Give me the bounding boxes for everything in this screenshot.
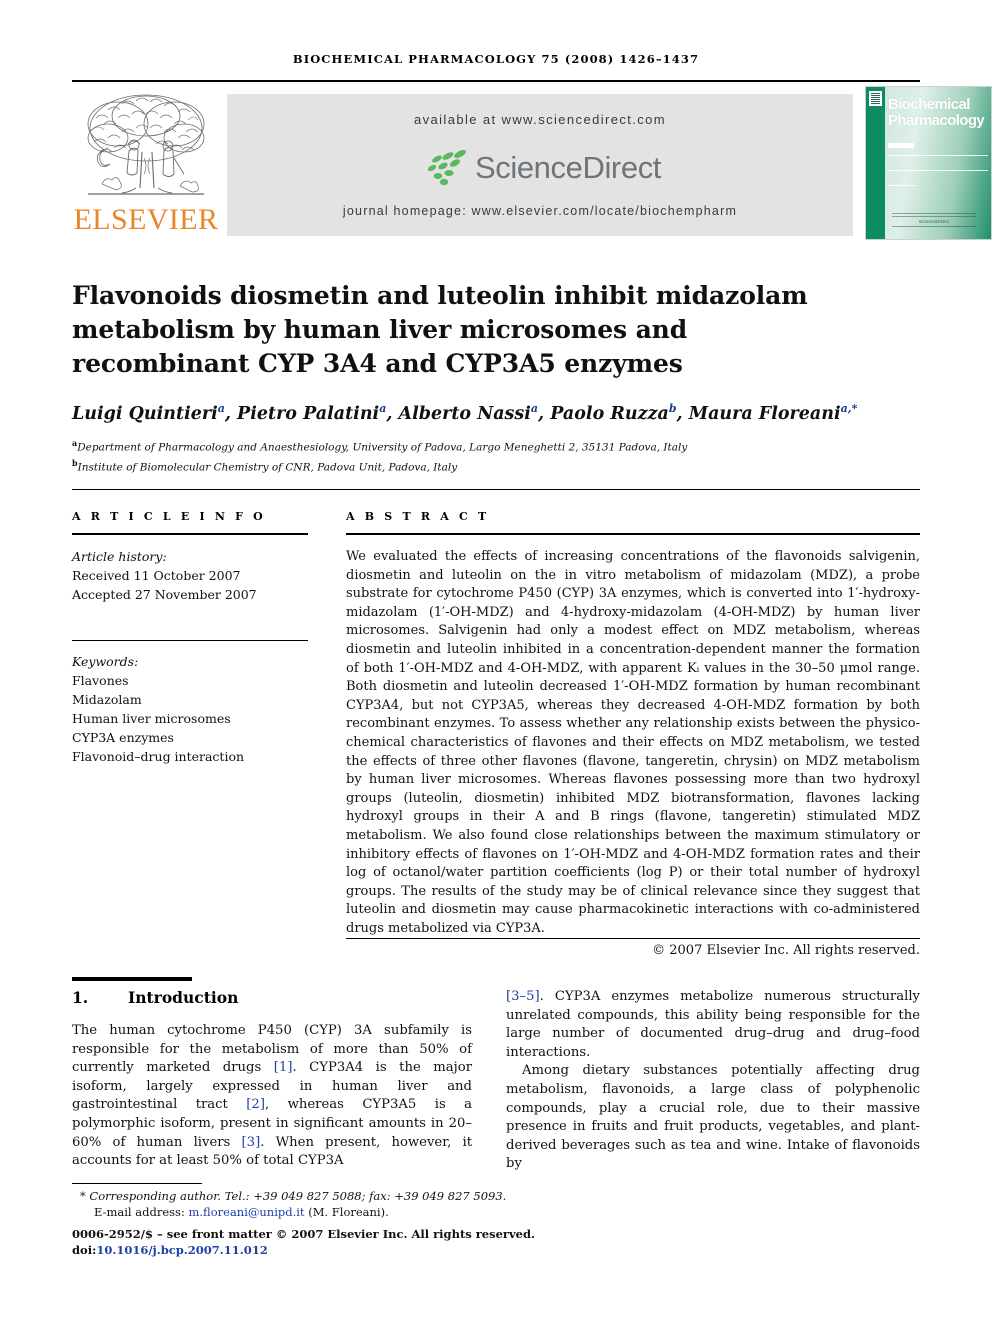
cover-elsevier-mark-icon: [869, 91, 882, 106]
body-column-right: [3–5]. CYP3A enzymes metabolize numerous…: [506, 988, 920, 1174]
masthead-top-rule: [72, 80, 920, 82]
abstract-copyright: © 2007 Elsevier Inc. All rights reserved…: [652, 943, 920, 959]
paragraph: The human cytochrome P450 (CYP) 3A subfa…: [72, 1023, 472, 1169]
section-heading-rule: [72, 977, 192, 981]
abstract-bottom-rule: [346, 938, 920, 939]
keywords-label: Keywords:: [72, 654, 139, 669]
affiliations: aDepartment of Pharmacology and Anaesthe…: [72, 436, 920, 475]
cover-footer: ScienceDirect: [892, 211, 976, 229]
sciencedirect-logo: ScienceDirect: [227, 142, 853, 194]
running-head: BIOCHEMICAL PHARMACOLOGY 75 (2008) 1426–…: [292, 52, 700, 66]
keyword-item: Flavones: [72, 673, 129, 688]
sciencedirect-leaves-icon: [427, 149, 466, 186]
body-column-left: The human cytochrome P450 (CYP) 3A subfa…: [72, 1022, 472, 1171]
cover-left-strip: [866, 87, 885, 239]
article-first-page: BIOCHEMICAL PHARMACOLOGY 75 (2008) 1426–…: [0, 0, 992, 1323]
paragraph: Among dietary substances potentially aff…: [506, 1063, 920, 1172]
footnotes: * Corresponding author. Tel.: +39 049 82…: [72, 1188, 542, 1258]
page-title: Flavonoids diosmetin and luteolin inhibi…: [72, 280, 808, 378]
keyword-item: Midazolam: [72, 692, 142, 707]
masthead: ELSEVIER available at www.sciencedirect.…: [72, 86, 992, 240]
sciencedirect-banner: available at www.sciencedirect.com Scien…: [227, 94, 853, 236]
cover-decorative-bars: [888, 143, 988, 200]
sciencedirect-wordmark: ScienceDirect: [474, 150, 662, 185]
keywords-block: Keywords: Flavones Midazolam Human liver…: [72, 652, 308, 766]
cover-title-line1: Biochemical: [888, 96, 970, 113]
article-info-rule: [72, 533, 308, 535]
article-history-label: Article history:: [72, 549, 167, 564]
doi-value[interactable]: 10.1016/j.bcp.2007.11.012: [96, 1243, 268, 1257]
info-abstract-top-rule: [72, 489, 920, 490]
keyword-item: CYP3A enzymes: [72, 730, 174, 745]
available-at-text: available at www.sciencedirect.com: [413, 112, 667, 127]
elsevier-logo: ELSEVIER: [72, 86, 220, 238]
front-matter-line: 0006-2952/$ – see front matter © 2007 El…: [72, 1227, 536, 1241]
paragraph: [3–5]. CYP3A enzymes metabolize numerous…: [506, 989, 920, 1060]
elsevier-wordmark: ELSEVIER: [73, 203, 219, 236]
doi-line[interactable]: doi:10.1016/j.bcp.2007.11.012: [72, 1242, 542, 1258]
affiliation-b: bInstitute of Biomolecular Chemistry of …: [72, 457, 458, 474]
article-received: Received 11 October 2007: [72, 568, 241, 583]
section-number: 1.: [72, 988, 89, 1007]
article-accepted: Accepted 27 November 2007: [72, 587, 257, 602]
abstract-body: We evaluated the effects of increasing c…: [346, 549, 920, 936]
abstract-column: A B S T R A C T We evaluated the effects…: [346, 510, 920, 961]
article-info-heading: A R T I C L E I N F O: [72, 510, 266, 523]
abstract-rule: [346, 533, 920, 535]
affiliation-a: aDepartment of Pharmacology and Anaesthe…: [72, 438, 688, 454]
author-list: Luigi Quintieria, Pietro Palatinia, Albe…: [72, 402, 858, 424]
keyword-item: Human liver microsomes: [72, 711, 231, 726]
elsevier-tree-icon: [78, 88, 214, 206]
journal-homepage-text: journal homepage: www.elsevier.com/locat…: [342, 204, 738, 218]
introduction-left-text: The human cytochrome P450 (CYP) 3A subfa…: [72, 1022, 472, 1171]
section-title: Introduction: [128, 988, 239, 1007]
introduction-right-text: [3–5]. CYP3A enzymes metabolize numerous…: [506, 988, 920, 1174]
abstract-heading: A B S T R A C T: [346, 510, 490, 523]
footnote-rule: [72, 1183, 202, 1184]
keywords-rule: [72, 640, 308, 641]
article-history: Article history: Received 11 October 200…: [72, 547, 308, 604]
article-info-column: A R T I C L E I N F O Article history: R…: [72, 510, 308, 766]
journal-cover-thumbnail: Biochemical Pharmacology ScienceDirect: [865, 86, 992, 240]
corresponding-email-line[interactable]: E-mail address: m.floreani@unipd.it (M. …: [72, 1204, 542, 1220]
cover-title-line2: Pharmacology: [888, 112, 985, 129]
keyword-item: Flavonoid–drug interaction: [72, 749, 245, 764]
corresponding-author-note: * Corresponding author. Tel.: +39 049 82…: [80, 1189, 507, 1203]
cover-sciencedirect-label: ScienceDirect: [918, 219, 950, 224]
introduction-heading: 1. Introduction: [72, 988, 472, 1007]
cover-title: Biochemical Pharmacology: [888, 96, 991, 129]
doi-prefix: doi:: [72, 1243, 97, 1257]
